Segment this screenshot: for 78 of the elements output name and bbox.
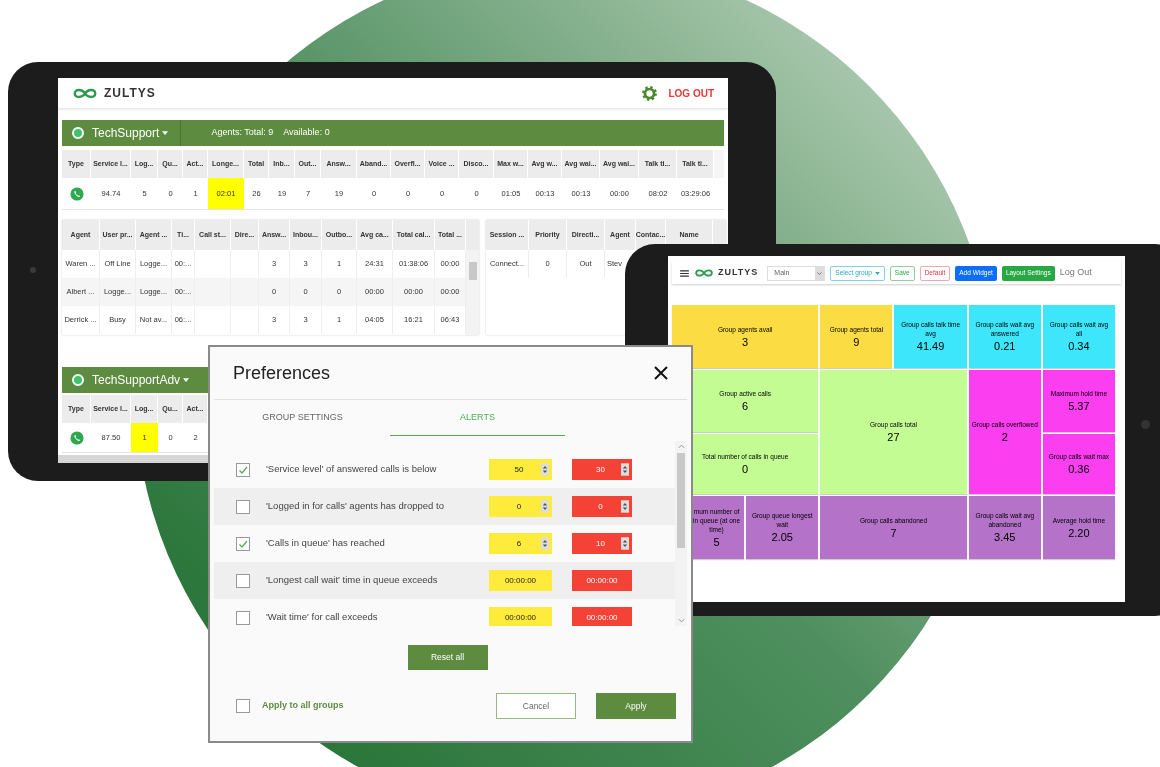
spinner-icon[interactable] bbox=[621, 463, 629, 476]
scroll-up-icon[interactable] bbox=[677, 444, 685, 449]
menu-icon[interactable] bbox=[680, 269, 689, 277]
cancel-button[interactable]: Cancel bbox=[496, 693, 576, 719]
widget-value: 3.45 bbox=[994, 530, 1016, 544]
close-icon[interactable] bbox=[654, 366, 668, 380]
checkbox[interactable] bbox=[236, 462, 250, 477]
dialog-tab[interactable]: GROUP SETTINGS bbox=[215, 400, 390, 436]
apply-button[interactable]: Apply bbox=[596, 693, 676, 719]
checkbox[interactable] bbox=[236, 536, 250, 551]
reset-button[interactable]: Reset all bbox=[407, 645, 488, 670]
widget-value: 41.49 bbox=[916, 339, 945, 353]
alert-label: 'Longest call wait' time in queue exceeds bbox=[266, 573, 439, 588]
input-field[interactable]: 30 bbox=[572, 459, 632, 480]
alert-label: 'Service level' of answered calls is below bbox=[266, 462, 438, 477]
input-field[interactable]: 6 bbox=[489, 533, 552, 554]
widget-value: 0.36 bbox=[1068, 462, 1090, 476]
check-icon bbox=[238, 538, 248, 549]
input-field[interactable]: 0 bbox=[489, 496, 552, 517]
caret-icon bbox=[815, 266, 825, 280]
input-field[interactable]: 00:00:00 bbox=[489, 570, 552, 591]
scrollbar[interactable] bbox=[466, 250, 479, 335]
caret-icon bbox=[162, 131, 169, 135]
checkbox[interactable] bbox=[236, 499, 250, 514]
phone-icon bbox=[69, 430, 84, 445]
widget-value: 9 bbox=[853, 334, 860, 349]
input-field[interactable]: 50 bbox=[489, 459, 552, 480]
logo-text: ZULTYS bbox=[718, 266, 759, 280]
widget-value: 5.37 bbox=[1068, 399, 1090, 413]
logout-link[interactable]: Log Out bbox=[1059, 266, 1092, 280]
agents-available-text: Available: 0 bbox=[283, 126, 330, 140]
input-field[interactable]: 10 bbox=[572, 533, 632, 554]
input-field[interactable]: 00:00:00 bbox=[572, 570, 632, 591]
dialog-title: Preferences bbox=[233, 361, 332, 385]
spinner-icon[interactable] bbox=[541, 463, 549, 476]
logo-text: ZULTYS bbox=[104, 85, 156, 102]
scrollbar-thumb[interactable] bbox=[468, 262, 477, 280]
logo-icon bbox=[694, 268, 714, 278]
widget-value: 27 bbox=[887, 430, 900, 444]
apply-all-label: Apply to all groups bbox=[262, 699, 345, 713]
caret-icon bbox=[183, 378, 190, 382]
spinner-icon[interactable] bbox=[621, 537, 629, 550]
input-field[interactable]: 0 bbox=[572, 496, 632, 517]
group-dropdown[interactable]: TechSupport bbox=[92, 120, 177, 146]
alert-label: 'Wait time' for call exceeds bbox=[266, 610, 379, 625]
alert-label: 'Calls in queue' has reached bbox=[266, 536, 386, 551]
spinner-icon[interactable] bbox=[621, 500, 629, 513]
caret-icon bbox=[874, 271, 880, 275]
input-field[interactable]: 00:00:00 bbox=[572, 607, 632, 626]
checkbox[interactable] bbox=[236, 573, 250, 588]
checkbox[interactable] bbox=[236, 699, 250, 713]
widget-value: 2.20 bbox=[1068, 525, 1090, 540]
spinner-icon[interactable] bbox=[541, 537, 549, 550]
widget-value: 0.21 bbox=[994, 339, 1016, 353]
scrollbar[interactable] bbox=[675, 441, 687, 626]
checkbox[interactable] bbox=[236, 610, 250, 625]
scrollbar-thumb[interactable] bbox=[677, 453, 685, 548]
widget-value: 5 bbox=[713, 534, 720, 549]
widget-value: 0.34 bbox=[1068, 339, 1090, 353]
dialog-tab[interactable]: ALERTS bbox=[390, 400, 565, 436]
phone-icon bbox=[69, 186, 84, 201]
widget-value: 7 bbox=[890, 525, 897, 540]
spinner-icon[interactable] bbox=[541, 500, 549, 513]
group-dropdown[interactable]: TechSupportAdv bbox=[92, 367, 198, 393]
widget-value: 2 bbox=[1001, 430, 1008, 444]
widget-value: 2.05 bbox=[771, 530, 793, 544]
logo-icon bbox=[72, 86, 98, 100]
logout-link[interactable]: LOG OUT bbox=[668, 85, 714, 101]
agents-total-text: Agents: Total: 9 bbox=[211, 126, 274, 140]
check-icon bbox=[238, 464, 248, 475]
widget-value: 3 bbox=[742, 334, 749, 349]
scroll-down-icon[interactable] bbox=[677, 618, 685, 623]
alert-label: 'Logged in for calls' agents has dropped to bbox=[266, 499, 445, 514]
widget-value: 0 bbox=[742, 462, 749, 476]
widget-value: 6 bbox=[742, 399, 749, 413]
input-field[interactable]: 00:00:00 bbox=[489, 607, 552, 626]
settings-icon[interactable] bbox=[641, 84, 659, 102]
camera-icon bbox=[30, 267, 36, 273]
